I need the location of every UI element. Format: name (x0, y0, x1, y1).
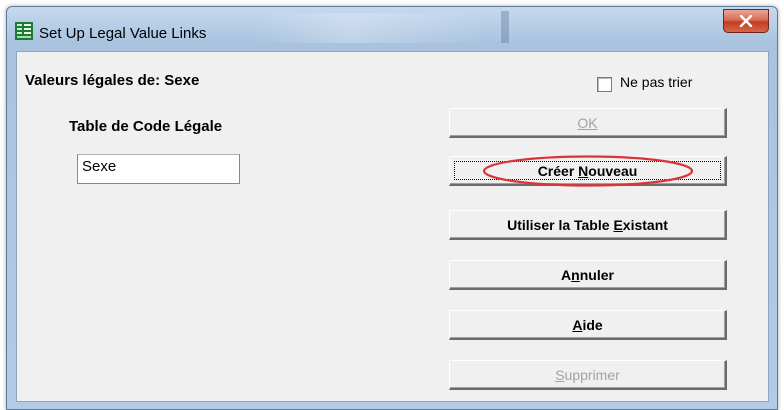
focus-rectangle (454, 161, 721, 180)
ok-button-label: OK (577, 115, 597, 131)
values-field-name: Sexe (164, 72, 200, 89)
cancel-label: Annuler (561, 267, 614, 283)
use-existing-prefix: Utiliser la Table (507, 216, 614, 233)
use-existing-mnemonic: E (613, 216, 623, 233)
cancel-suffix: nuler (579, 266, 614, 283)
dialog-client-area: Valeurs légales de: Sexe Table de Code L… (16, 51, 769, 402)
delete-label: Supprimer (555, 367, 620, 383)
cancel-button[interactable]: Annuler (449, 260, 727, 290)
table-name-input[interactable]: Sexe (77, 154, 240, 184)
background-reflection (257, 13, 487, 43)
help-label: Aide (572, 317, 602, 333)
table-label: Table de Code Légale (69, 118, 223, 135)
delete-button[interactable]: Supprimer (449, 360, 727, 390)
delete-mnemonic: S (555, 366, 565, 383)
background-reflection-bar (501, 11, 509, 43)
table-name-value: Sexe (82, 158, 117, 175)
delete-suffix: upprimer (564, 366, 620, 383)
cancel-prefix: A (561, 266, 572, 283)
no-sort-checkbox[interactable] (597, 77, 612, 92)
app-icon (15, 22, 33, 40)
dialog-window: Set Up Legal Value Links Valeurs légales… (6, 6, 778, 410)
ok-button-text: OK (577, 114, 598, 131)
create-new-button[interactable]: Créer Nouveau (449, 156, 727, 186)
close-icon (739, 15, 753, 27)
values-label-text: Valeurs légales de: (25, 72, 161, 89)
help-mnemonic: A (572, 316, 583, 333)
use-existing-label: Utiliser la Table Existant (507, 217, 668, 233)
help-suffix: ide (582, 316, 603, 333)
use-existing-button[interactable]: Utiliser la Table Existant (449, 210, 727, 240)
values-label: Valeurs légales de: Sexe (25, 72, 199, 89)
cancel-mnemonic: n (571, 266, 580, 283)
window-title: Set Up Legal Value Links (39, 25, 207, 42)
title-bar[interactable]: Set Up Legal Value Links (7, 7, 777, 51)
use-existing-suffix: xistant (622, 216, 668, 233)
ok-button[interactable]: OK (449, 108, 727, 138)
no-sort-label[interactable]: Ne pas trier (620, 74, 692, 90)
help-button[interactable]: Aide (449, 310, 727, 340)
close-button[interactable] (723, 9, 769, 33)
